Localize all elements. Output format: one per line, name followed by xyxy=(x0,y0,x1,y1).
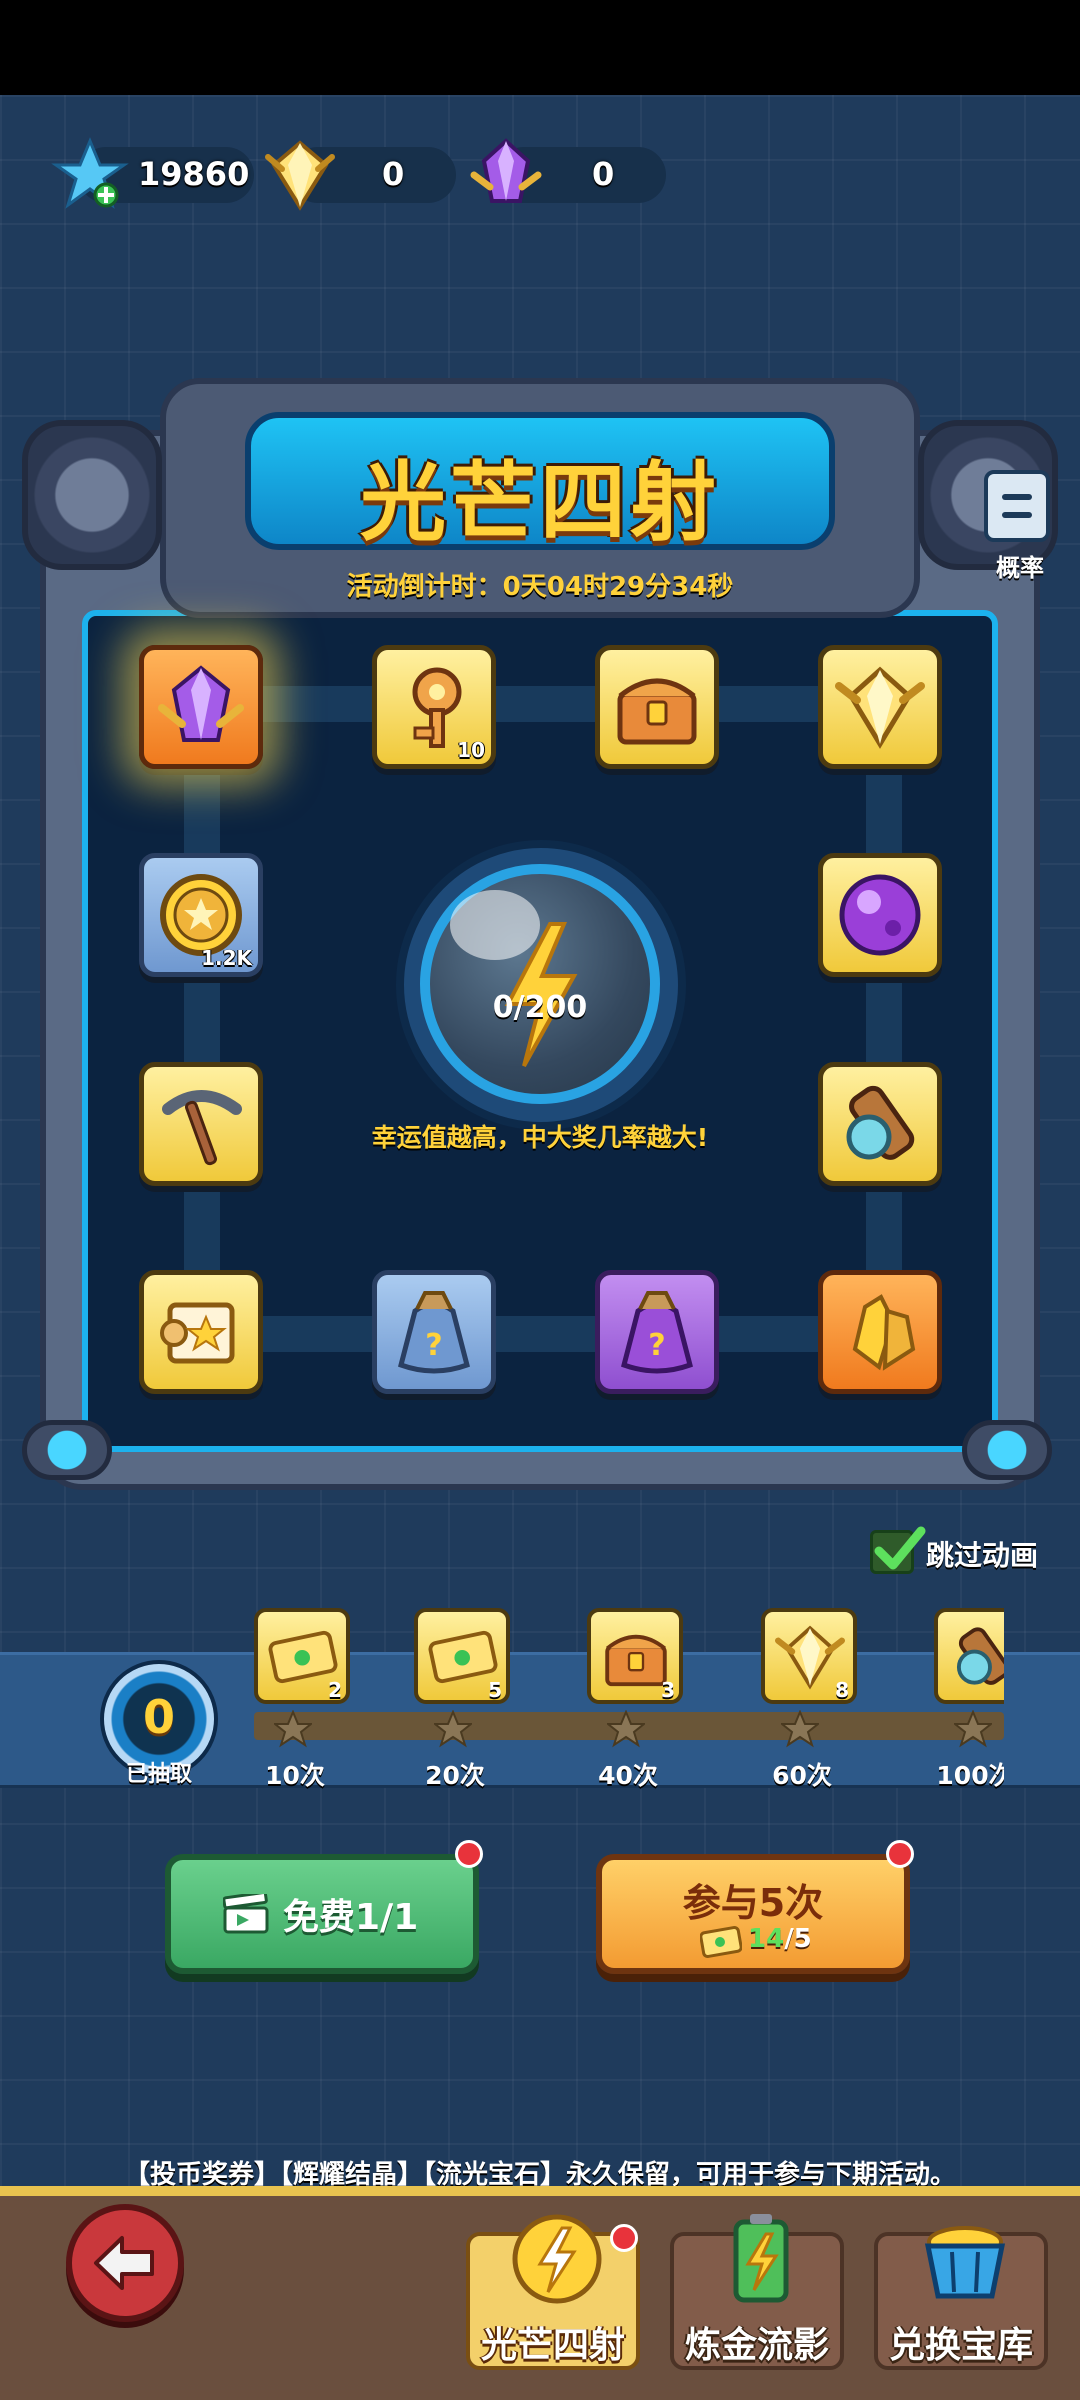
treasure-chest-icon xyxy=(617,678,697,745)
prize-tile-chest[interactable] xyxy=(595,645,719,769)
left-bolt-decoration xyxy=(22,420,162,570)
skip-animation-label[interactable]: 跳过动画 xyxy=(926,1534,1038,1574)
nav-tab-exchange[interactable]: 兑换宝库 xyxy=(874,2226,1048,2370)
milestone-star-icon xyxy=(272,1709,314,1748)
track-top xyxy=(190,686,910,722)
track-bottom xyxy=(190,1316,910,1352)
milestone-count: 2 xyxy=(328,1678,342,1702)
nav-notification-dot xyxy=(610,2224,638,2252)
blue-crystal-plus-icon xyxy=(51,137,129,209)
prize-tile-key[interactable]: 10 xyxy=(372,645,496,769)
spyglass-icon xyxy=(846,1085,915,1160)
milestone-star-icon xyxy=(952,1709,994,1748)
currency-streaming-gem[interactable]: 0 xyxy=(470,138,666,203)
join-five-button[interactable]: 参与5次 14/5 xyxy=(596,1840,914,1974)
probability-button[interactable]: 概率 xyxy=(984,470,1054,590)
lightning-coin-icon xyxy=(512,2214,602,2304)
milestone-label: 10次 xyxy=(265,1761,325,1790)
gold-gem-icon xyxy=(265,140,335,211)
bottom-left-light xyxy=(22,1420,112,1480)
prize-tile-crystal-cluster[interactable] xyxy=(818,1270,942,1394)
milestone-star-icon xyxy=(779,1709,821,1748)
gold-gem-icon xyxy=(835,666,925,749)
prize-tile-shining-crystal[interactable] xyxy=(818,645,942,769)
milestone-reward-3[interactable]: 3 xyxy=(587,1608,683,1704)
prize-tile-orb[interactable] xyxy=(818,853,942,977)
milestone-count: 5 xyxy=(488,1678,502,1702)
nav-tab-radiant[interactable]: 光芒四射 xyxy=(466,2214,640,2370)
milestone-star-icon xyxy=(605,1709,647,1748)
ticket-icon xyxy=(700,1926,742,1958)
prize-tile-blue-bag[interactable]: ? xyxy=(372,1270,496,1394)
prize-tile-scroll[interactable] xyxy=(139,1270,263,1394)
draw-count: 0 xyxy=(142,1690,175,1744)
milestone-count: 3 xyxy=(661,1678,675,1702)
event-countdown: 活动倒计时：0天04时29分34秒 xyxy=(346,572,734,602)
nav-tab-alchemy[interactable]: 炼金流影 xyxy=(670,2214,844,2370)
currency-crystal[interactable]: 19860 xyxy=(51,137,254,209)
probability-label: 概率 xyxy=(996,554,1044,582)
prize-tile-coins[interactable]: 1.2K xyxy=(139,853,263,977)
blue-mystery-bag-icon: ? xyxy=(398,1291,470,1374)
nav-tab-label: 兑换宝库 xyxy=(888,2325,1033,2366)
currency-shining-crystal[interactable]: 0 xyxy=(265,140,456,211)
track-right xyxy=(866,706,902,1336)
gold-basket-icon xyxy=(924,2226,1006,2299)
svg-text:?: ? xyxy=(425,1328,442,1363)
status-bar xyxy=(0,0,1080,95)
free-draw-button[interactable]: 免费1/1 xyxy=(165,1840,483,1974)
nav-tab-label: 光芒四射 xyxy=(480,2325,625,2366)
purple-gem-icon xyxy=(470,138,542,203)
milestone-reward-1[interactable]: 2 xyxy=(254,1608,350,1704)
skip-animation-checkbox[interactable] xyxy=(870,1526,926,1574)
milestone-reward-2[interactable]: 5 xyxy=(414,1608,510,1704)
prize-count: 10 xyxy=(457,738,485,762)
prize-count: 1.2K xyxy=(201,946,252,970)
shining-crystal-value: 0 xyxy=(382,155,405,193)
prize-tile-streaming-gem[interactable] xyxy=(139,645,263,769)
milestone-label: 20次 xyxy=(425,1761,485,1790)
milestone-count: 8 xyxy=(835,1678,849,1702)
clapperboard-icon xyxy=(223,1894,269,1934)
milestone-list[interactable]: 2 10次 5 20次 3 40次 8 60次 100次 xyxy=(254,1600,1004,1800)
join-five-label: 参与5次 xyxy=(682,1881,824,1925)
milestone-label: 60次 xyxy=(772,1761,832,1790)
check-icon xyxy=(874,1526,926,1570)
scroll-icon xyxy=(160,1302,235,1364)
purple-mystery-bag-icon: ? xyxy=(621,1291,693,1374)
purple-orb-icon xyxy=(839,874,921,956)
bottom-right-light xyxy=(962,1420,1052,1480)
event-title: 光芒四射 xyxy=(360,452,720,553)
join-notification-dot xyxy=(886,1840,914,1868)
ticket-owned: 14 xyxy=(748,1924,785,1954)
free-notification-dot xyxy=(455,1840,483,1868)
prize-tile-purple-bag[interactable]: ? xyxy=(595,1270,719,1394)
nav-tab-label: 炼金流影 xyxy=(684,2325,829,2366)
back-arrow-icon xyxy=(94,2236,154,2290)
milestone-label: 40次 xyxy=(598,1761,658,1790)
free-draw-label: 免费1/1 xyxy=(283,1897,419,1938)
draw-count-label: 已抽取 xyxy=(125,1762,192,1787)
luck-value: 0/200 xyxy=(492,990,588,1025)
ticket-needed: /5 xyxy=(784,1924,812,1954)
pickaxe-icon xyxy=(162,1090,242,1166)
milestone-reward-5[interactable] xyxy=(934,1608,1004,1704)
join-cost: 14/5 xyxy=(748,1924,812,1954)
svg-text:?: ? xyxy=(648,1328,665,1363)
prize-tile-pickaxe[interactable] xyxy=(139,1062,263,1186)
gold-crystal-cluster-icon xyxy=(852,1294,916,1371)
track-left xyxy=(184,706,220,1336)
purple-gem-icon xyxy=(158,665,244,742)
prize-tile-spyglass[interactable] xyxy=(818,1062,942,1186)
milestone-label: 100次 xyxy=(936,1761,1004,1790)
milestone-star-icon xyxy=(432,1709,474,1748)
milestone-reward-4[interactable]: 8 xyxy=(761,1608,857,1704)
luck-hint: 幸运值越高，中大奖几率越大! xyxy=(371,1123,709,1152)
crystal-value: 19860 xyxy=(138,155,250,193)
spyglass-icon xyxy=(956,1627,1004,1685)
back-button[interactable] xyxy=(66,2204,184,2322)
lightning-battery-icon xyxy=(733,2214,789,2303)
document-icon xyxy=(984,470,1050,542)
streaming-gem-value: 0 xyxy=(592,155,615,193)
